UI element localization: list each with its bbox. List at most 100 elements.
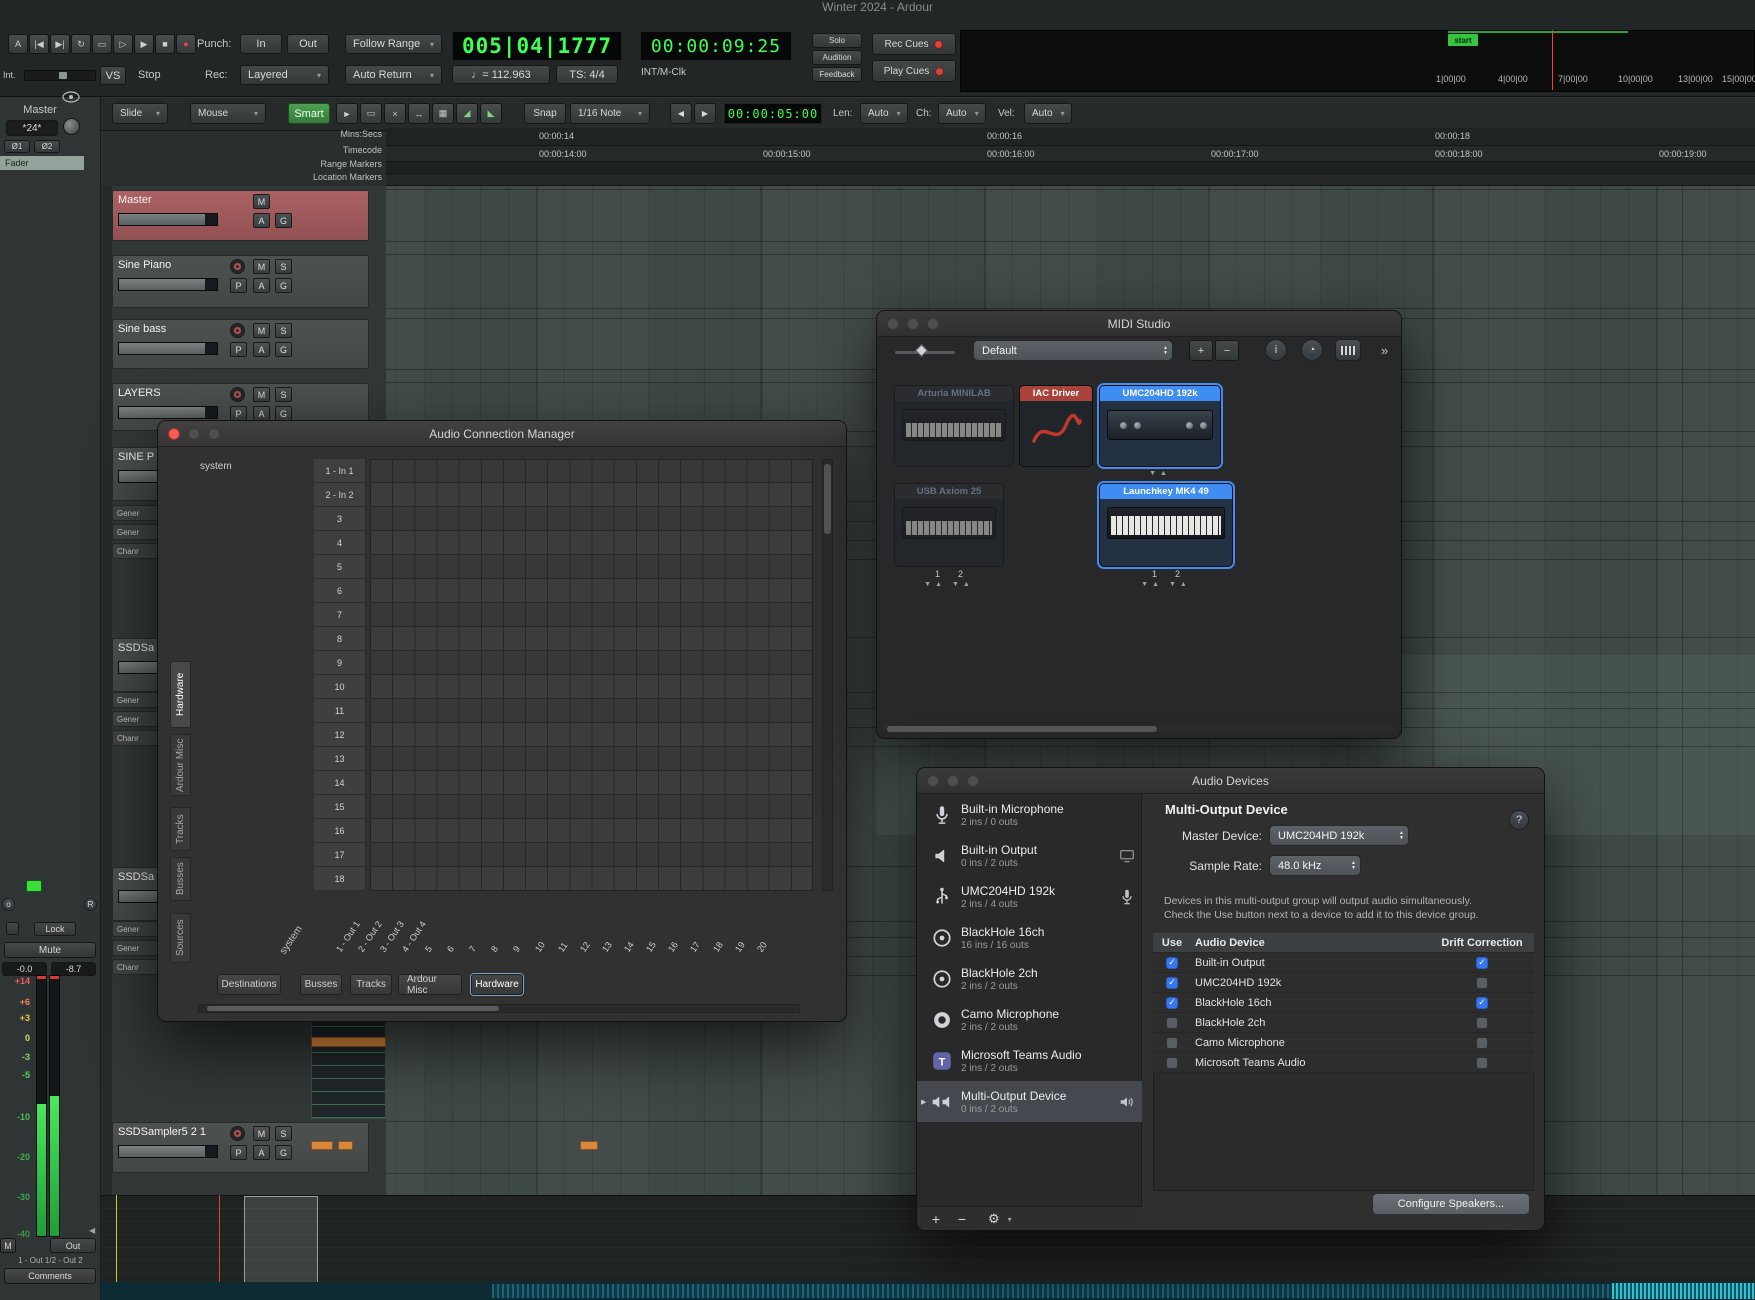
matrix-col-12[interactable]: 12	[578, 940, 594, 955]
trim-knob[interactable]	[63, 118, 80, 135]
mini-playhead[interactable]	[1552, 30, 1553, 90]
audio-clip[interactable]	[311, 1037, 386, 1047]
matrix-row-1-in-1[interactable]: 1 - In 1	[314, 459, 366, 483]
playlist-button[interactable]: P	[230, 1145, 247, 1160]
grab-tool-button[interactable]: ►	[336, 103, 358, 124]
solo-button[interactable]: S	[275, 323, 292, 338]
close-icon[interactable]	[887, 318, 899, 330]
track-fader[interactable]	[118, 342, 218, 355]
track-fader[interactable]	[118, 1145, 218, 1158]
edit-mode-select[interactable]: Slide	[112, 103, 168, 124]
drift-checkbox[interactable]: ✓	[1476, 997, 1488, 1009]
matrix-row-18[interactable]: 18	[314, 867, 366, 891]
use-table-row-blackhole-16ch[interactable]: ✓BlackHole 16ch✓	[1153, 993, 1534, 1013]
snap-toggle[interactable]: Snap	[524, 103, 566, 124]
device-actions-menu[interactable]: ⚙	[981, 1210, 1017, 1228]
bottom-tab-hardware[interactable]: Hardware	[471, 974, 523, 995]
drift-checkbox[interactable]	[1476, 1057, 1488, 1069]
matrix-hscrollbar[interactable]	[198, 1004, 800, 1013]
matrix-row-5[interactable]: 5	[314, 555, 366, 579]
gain-readout[interactable]: -0.0	[2, 962, 47, 976]
range-tool-button[interactable]: ▭	[360, 103, 382, 124]
drift-checkbox[interactable]	[1476, 1037, 1488, 1049]
location-markers-ruler[interactable]	[386, 174, 1755, 186]
metering-point-button[interactable]: M	[0, 1238, 16, 1253]
scroll-left-icon[interactable]: ◀	[89, 1226, 95, 1235]
side-tab-tracks[interactable]: Tracks	[170, 807, 191, 851]
side-tab-hardware[interactable]: Hardware	[170, 661, 191, 728]
start-marker[interactable]: start	[1448, 34, 1478, 46]
help-button[interactable]: ?	[1509, 810, 1529, 830]
device-list-item-microsoft-teams-audio[interactable]: TMicrosoft Teams Audio2 ins / 2 outs	[917, 1040, 1142, 1081]
audio-devices-window[interactable]: Audio Devices Built-in Microphone2 ins /…	[916, 767, 1545, 1231]
side-tab-sources[interactable]: Sources	[170, 913, 191, 963]
stop-button[interactable]: ■	[155, 34, 175, 54]
matrix-col-20[interactable]: 20	[755, 940, 771, 955]
edit-point-clock[interactable]: 00:00:05:00	[724, 103, 822, 124]
group-button[interactable]: G	[275, 406, 292, 421]
loop-button[interactable]: ↻	[71, 34, 91, 54]
use-checkbox[interactable]	[1166, 1037, 1178, 1049]
mute-button[interactable]: M	[253, 194, 270, 209]
tempo-button[interactable]: ♩= 112.963	[452, 65, 550, 84]
info-button[interactable]: i	[1265, 339, 1287, 361]
mute-button[interactable]: M	[253, 259, 270, 274]
matrix-col-6[interactable]: 6	[445, 944, 458, 955]
mute-button[interactable]: M	[253, 387, 270, 402]
feedback-indicator[interactable]: Feedback	[812, 67, 862, 82]
port-connectors[interactable]: ▼▲	[1099, 470, 1221, 477]
port-connectors[interactable]: ▼▲ ▼▲	[1099, 581, 1233, 588]
audio-clip[interactable]	[311, 1141, 333, 1150]
play-cues-button[interactable]: Play Cues	[872, 60, 956, 82]
hscroll-thumb[interactable]	[207, 1006, 499, 1011]
play-range-button[interactable]: ▭	[92, 34, 112, 54]
midi-region[interactable]: C3	[311, 1013, 386, 1119]
use-table-row-built-in-output[interactable]: ✓Built-in Output✓	[1153, 953, 1534, 973]
matrix-col-7[interactable]: 7	[467, 944, 480, 955]
ch-select[interactable]: Auto	[938, 103, 986, 124]
group-button[interactable]: G	[275, 278, 292, 293]
matrix-row-3[interactable]: 3	[314, 507, 366, 531]
peak-readout[interactable]: -8.7	[51, 962, 96, 976]
device-list-item-camo-microphone[interactable]: Camo Microphone2 ins / 2 outs	[917, 999, 1142, 1040]
varispeed-button[interactable]: VS	[100, 66, 126, 85]
record-safe-button[interactable]: R	[84, 898, 97, 911]
draw-tool-button[interactable]: ◢	[456, 103, 478, 124]
matrix-col-17[interactable]: 17	[688, 940, 704, 955]
device-list-item-multi-output-device[interactable]: ▶Multi-Output Device0 ins / 2 outs	[917, 1081, 1142, 1122]
matrix-col-15[interactable]: 15	[644, 940, 660, 955]
minsec-ruler[interactable]	[386, 128, 1755, 146]
solo-button[interactable]: S	[275, 259, 292, 274]
automation-button[interactable]: A	[253, 406, 270, 421]
fader-flag-button[interactable]	[6, 922, 19, 935]
timecode-ruler[interactable]	[386, 146, 1755, 162]
phase-1-button[interactable]: Ø1	[4, 140, 30, 153]
midi-device-iac-driver[interactable]: IAC Driver	[1019, 385, 1093, 467]
go-start-button[interactable]: |◀	[29, 34, 49, 54]
meter-clip-indicator[interactable]	[50, 976, 59, 979]
automation-button[interactable]: A	[253, 342, 270, 357]
matrix-row-17[interactable]: 17	[314, 843, 366, 867]
use-table-row-blackhole-2ch[interactable]: BlackHole 2ch	[1153, 1013, 1534, 1033]
track-header-sine-bass[interactable]: Sine bassMSPAG	[112, 319, 369, 369]
use-table-row-microsoft-teams-audio[interactable]: Microsoft Teams Audio	[1153, 1053, 1534, 1073]
record-mode-select[interactable]: Layered	[240, 65, 329, 85]
matrix-col-5[interactable]: 5	[423, 944, 436, 955]
playlist-button[interactable]: P	[230, 406, 247, 421]
vscroll-thumb[interactable]	[824, 464, 831, 534]
ruler-name-location-markers[interactable]: Location Markers	[240, 172, 382, 182]
close-icon[interactable]	[168, 428, 180, 440]
matrix-row-9[interactable]: 9	[314, 651, 366, 675]
more-tools-icon[interactable]: »	[1381, 343, 1388, 358]
phase-2-button[interactable]: Ø2	[34, 140, 60, 153]
summary-view-box[interactable]	[244, 1196, 318, 1284]
matrix-col-19[interactable]: 19	[733, 940, 749, 955]
matrix-row-13[interactable]: 13	[314, 747, 366, 771]
midi-hscrollbar[interactable]	[883, 725, 1397, 733]
preset-button[interactable]: *24*	[6, 120, 58, 136]
add-config-button[interactable]: +	[1189, 340, 1213, 361]
grid-unit-select[interactable]: 1/16 Note	[570, 103, 650, 124]
track-header-master[interactable]: MasterMAG	[112, 190, 369, 241]
midi-studio-window[interactable]: MIDI Studio Default ▲▼ + − i ◔ » Arturia…	[876, 310, 1402, 739]
automation-button[interactable]: A	[253, 1145, 270, 1160]
